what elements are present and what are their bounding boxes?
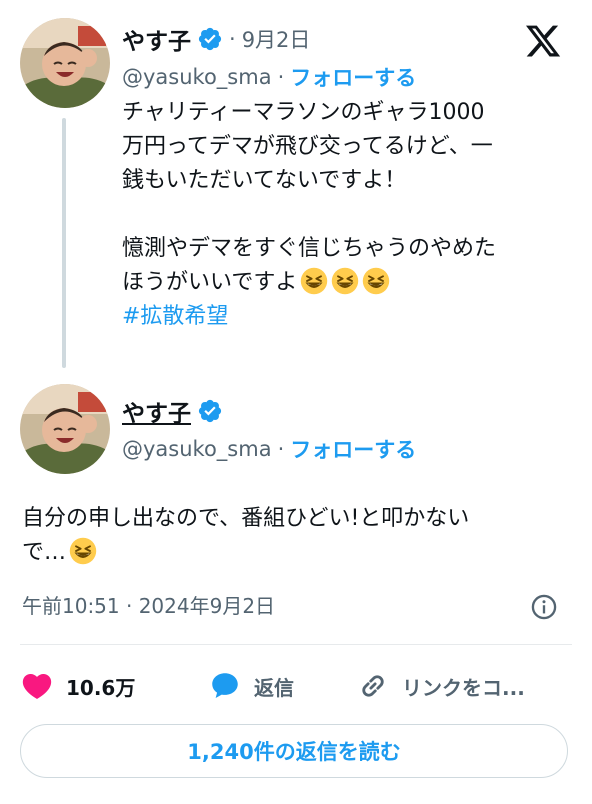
reply-label: 返信 (254, 675, 294, 700)
author-row: やす子 (122, 394, 223, 428)
thread-connector (62, 118, 66, 368)
reply-bubble-icon (212, 673, 238, 699)
action-bar: 10.6万 返信 リンクをコ... (20, 664, 572, 708)
grinning-squinting-face-icon (363, 267, 390, 295)
reply-button[interactable]: 返信 (208, 664, 294, 708)
tweet-text-line: チャリティーマラソンのギャラ1000 (122, 100, 485, 125)
x-logo-icon[interactable] (524, 22, 562, 60)
tweet-text-line: 自分の申し出なので、番組ひどい!と叩かない (22, 506, 470, 531)
copy-link-label: リンクをコ... (402, 675, 525, 700)
tweet-text-line: 万円ってデマが飛び交ってるけど、一 (122, 134, 493, 159)
read-replies-button[interactable]: 1,240件の返信を読む (20, 724, 568, 778)
copy-link-button[interactable]: リンクをコ... (356, 664, 525, 708)
author-handle[interactable]: @yasuko_sma (122, 65, 272, 89)
tweet-text-line (122, 198, 496, 232)
tweet-date[interactable]: 9月2日 (242, 24, 311, 54)
author-display-name[interactable]: やす子 (122, 394, 191, 428)
tweet-text-fragment: で… (22, 540, 67, 565)
divider (20, 644, 572, 645)
grinning-squinting-face-icon (332, 267, 359, 295)
handle-row: @yasuko_sma · フォローする (122, 434, 416, 464)
verified-badge-icon (198, 399, 222, 423)
avatar[interactable] (20, 18, 110, 108)
tweet-body: チャリティーマラソンのギャラ1000 万円ってデマが飛び交ってるけど、一 銭もい… (122, 96, 496, 334)
tweet-text-line-with-emoji: ほうがいいですよ (122, 266, 496, 300)
tweet-text-line-with-emoji: で… (22, 536, 469, 570)
info-icon[interactable] (530, 593, 558, 621)
follow-button[interactable]: フォローする (290, 62, 416, 92)
tweet-body: 自分の申し出なので、番組ひどい!と叩かない で… (22, 502, 469, 570)
author-row: やす子 · 9月2日 (122, 22, 310, 56)
like-button[interactable]: 10.6万 (20, 664, 135, 708)
tweet-text-fragment: ほうがいいですよ (122, 270, 298, 295)
grinning-squinting-face-icon (69, 537, 97, 565)
separator-dot: · (229, 27, 236, 51)
tweet-text-line: 憶測やデマをすぐ信じちゃうのやめた (122, 236, 497, 261)
avatar[interactable] (20, 384, 110, 474)
separator-dot: · (277, 65, 285, 89)
follow-button[interactable]: フォローする (290, 434, 416, 464)
link-icon (362, 675, 384, 697)
like-count: 10.6万 (66, 675, 136, 700)
hashtag-link[interactable]: #拡散希望 (122, 300, 496, 334)
tweet-text-line: 銭もいただいてないですよ！ (122, 168, 407, 193)
tweet-timestamp[interactable]: 午前10:51 · 2024年9月2日 (22, 590, 275, 619)
author-display-name[interactable]: やす子 (122, 22, 191, 56)
grinning-squinting-face-icon (301, 267, 328, 295)
separator-dot: · (277, 437, 285, 461)
verified-badge-icon (198, 27, 222, 51)
heart-icon (22, 673, 52, 699)
author-handle[interactable]: @yasuko_sma (122, 437, 272, 461)
handle-row: @yasuko_sma · フォローする (122, 62, 416, 92)
